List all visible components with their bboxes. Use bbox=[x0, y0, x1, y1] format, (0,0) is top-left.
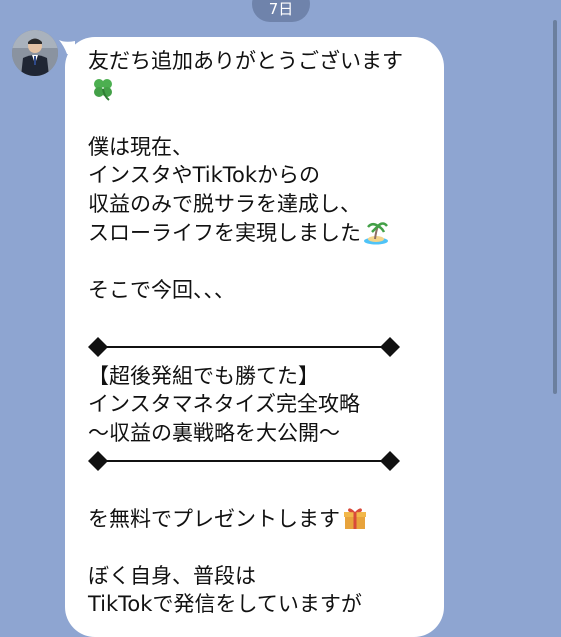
scrollbar[interactable] bbox=[553, 20, 557, 394]
intro-line: 僕は現在、 bbox=[88, 134, 193, 159]
offer-headline: 【超後発組でも勝てた】 bbox=[88, 363, 319, 388]
decorative-divider bbox=[88, 447, 433, 476]
desert-island-icon bbox=[364, 221, 388, 245]
offer-title: インスタマネタイズ完全攻略 bbox=[88, 392, 360, 417]
offer-subtitle: 〜収益の裏戦略を大公開〜 bbox=[88, 420, 340, 445]
decorative-divider bbox=[88, 333, 433, 362]
gift-line-with-icon: を無料でプレゼントします bbox=[88, 505, 433, 534]
greeting-line: 友だち追加ありがとうございます bbox=[88, 49, 403, 73]
closing-line: TikTokで発信をしていますが bbox=[88, 592, 362, 617]
intro-line: 収益のみで脱サラを達成し、 bbox=[88, 191, 361, 216]
four-leaf-clover-icon bbox=[94, 78, 112, 101]
sender-avatar[interactable] bbox=[12, 30, 58, 76]
transition-line: そこで今回、、、 bbox=[88, 277, 235, 302]
date-separator: 7日 bbox=[252, 0, 310, 22]
intro-line: インスタやTikTokからの bbox=[88, 163, 321, 188]
wrapped-gift-icon bbox=[344, 507, 366, 529]
message-text: 友だち追加ありがとうございます 僕は現在、 インスタやTikTokからの 収益の… bbox=[88, 47, 433, 619]
intro-line-with-icon: スローライフを実現しました bbox=[88, 219, 433, 248]
closing-line: ぼく自身、普段は bbox=[88, 563, 256, 588]
person-photo-icon bbox=[12, 30, 58, 76]
